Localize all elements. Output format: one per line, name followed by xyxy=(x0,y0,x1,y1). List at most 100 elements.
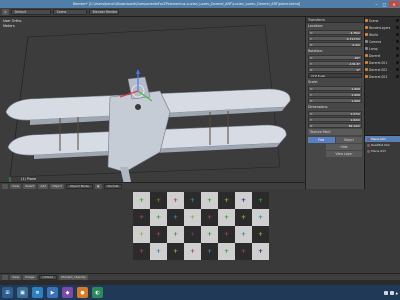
outliner-item-label: Lamp xyxy=(369,46,378,51)
object-menu[interactable]: Object xyxy=(50,183,64,189)
visibility-icon[interactable] xyxy=(396,68,399,71)
system-tray[interactable]: ▲ xyxy=(383,290,398,295)
layout-selector[interactable]: Default xyxy=(10,9,51,15)
taskbar-app-icon[interactable]: ◆ xyxy=(62,287,73,298)
material-icon xyxy=(367,137,370,141)
units-label: Meters xyxy=(3,24,15,28)
outliner-item[interactable]: RenderLayers xyxy=(365,24,400,31)
outliner-item[interactable]: Dorerei.001 xyxy=(365,59,400,66)
minimize-button[interactable]: – xyxy=(373,1,380,7)
checker-cell: + xyxy=(133,226,150,243)
dimensions-label: Dimensions: xyxy=(308,105,329,109)
uv-view-menu[interactable]: View xyxy=(10,274,22,280)
pivot-icon[interactable]: ◉ xyxy=(94,183,102,189)
tab-flat[interactable]: Flat xyxy=(308,137,335,143)
view-menu[interactable]: View xyxy=(10,183,22,189)
checker-cell: + xyxy=(235,226,252,243)
mode-dropdown[interactable]: Object Mode xyxy=(65,183,93,189)
visibility-icon[interactable] xyxy=(396,19,399,22)
checker-cell: + xyxy=(218,226,235,243)
checker-cell: + xyxy=(133,243,150,260)
checker-cell: + xyxy=(218,209,235,226)
outliner-item[interactable]: Scene xyxy=(365,17,400,24)
visibility-icon[interactable] xyxy=(396,26,399,29)
tray-expand-icon[interactable]: ▲ xyxy=(396,291,398,295)
location-label: Location: xyxy=(308,24,324,28)
shading-panel-header[interactable]: Texture Paint xyxy=(308,129,362,135)
3d-viewport[interactable]: User Ortho Meters (1) Plane xyxy=(0,17,305,194)
outliner-item[interactable]: World xyxy=(365,31,400,38)
taskbar-app-icon[interactable]: ▣ xyxy=(17,287,28,298)
checker-cell: + xyxy=(133,209,150,226)
hide-button[interactable]: Hide xyxy=(326,144,362,150)
editor-type-menu-icon[interactable]: ≡ xyxy=(2,9,9,15)
plus-marker-icon: + xyxy=(172,247,179,255)
add-menu[interactable]: Add xyxy=(38,183,49,189)
outliner-item[interactable]: Dorerei.002 xyxy=(365,66,400,73)
dimensions-field[interactable]: X: 1.07m xyxy=(308,111,362,116)
checker-cell: + xyxy=(167,209,184,226)
editor-type-icon[interactable] xyxy=(2,274,8,280)
dimensions-field[interactable]: Y: 1.62m xyxy=(308,117,362,122)
location-value: 2.3m xyxy=(352,42,360,47)
scale-value: 1.000 xyxy=(351,86,360,91)
location-field[interactable]: Y: 0.7117m xyxy=(308,36,362,41)
taskbar-app-icon[interactable]: ● xyxy=(77,287,88,298)
checker-cell: + xyxy=(235,243,252,260)
uv-image-menu[interactable]: Image xyxy=(23,274,37,280)
plus-marker-icon: + xyxy=(240,230,247,238)
checker-cell: + xyxy=(184,226,201,243)
render-engine-selector[interactable]: Blender Render xyxy=(88,9,119,15)
visibility-icon[interactable] xyxy=(396,40,399,43)
volume-icon[interactable] xyxy=(389,290,394,295)
outliner-item[interactable]: Dorerei xyxy=(365,52,400,59)
view-layer-button[interactable]: View Layer xyxy=(326,151,362,157)
visibility-icon[interactable] xyxy=(396,54,399,57)
outliner-item[interactable]: Lamp xyxy=(365,45,400,52)
outliner: Scene RenderLayers World Camera Lamp Dorerei D… xyxy=(364,17,400,135)
plus-marker-icon: + xyxy=(138,247,145,255)
close-button[interactable]: ✕ xyxy=(389,1,399,7)
uv-editor-header: View Image UVGrid Shaded_objectly xyxy=(0,273,400,280)
visibility-icon[interactable] xyxy=(396,75,399,78)
dimensions-value: 1.62m xyxy=(350,117,360,122)
taskbar-app-icon[interactable]: ⊞ xyxy=(2,287,13,298)
visibility-icon[interactable] xyxy=(396,61,399,64)
dimensions-field[interactable]: Z: 39.12m xyxy=(308,123,362,128)
scale-axis-label: X: xyxy=(310,86,314,91)
visibility-icon[interactable] xyxy=(396,33,399,36)
select-menu[interactable]: Select xyxy=(23,183,37,189)
location-value: -4.75m xyxy=(349,30,360,35)
scale-field[interactable]: X: 1.000 xyxy=(308,86,362,91)
outliner-item[interactable]: Dorerei.003 xyxy=(365,73,400,80)
network-icon[interactable] xyxy=(383,290,388,295)
scale-field[interactable]: Y: 1.000 xyxy=(308,92,362,97)
scene-selector[interactable]: Scene xyxy=(52,9,87,15)
material-slot[interactable]: Plane.003 xyxy=(365,148,400,154)
orientation-dropdown[interactable]: Normal xyxy=(103,183,123,189)
location-field[interactable]: Z: 2.3m xyxy=(308,42,362,47)
outliner-item[interactable]: Camera xyxy=(365,38,400,45)
location-field[interactable]: X: -4.75m xyxy=(308,30,362,35)
visibility-icon[interactable] xyxy=(396,47,399,50)
dimensions-value: 39.12m xyxy=(348,123,360,128)
rotation-field[interactable]: Y: -131.6° xyxy=(308,61,362,66)
tab-object[interactable]: Object xyxy=(335,137,362,143)
material-icon xyxy=(367,143,370,147)
mesh-icon xyxy=(365,61,368,64)
checker-cell: + xyxy=(150,243,167,260)
image-selector[interactable]: UVGrid xyxy=(38,274,58,280)
editor-type-icon[interactable] xyxy=(2,183,8,189)
mesh-icon xyxy=(365,68,368,71)
taskbar-app-icon[interactable]: ◐ xyxy=(92,287,103,298)
rotation-mode-dropdown[interactable]: XYZ Euler xyxy=(308,73,362,78)
rotation-field[interactable]: X: 90° xyxy=(308,55,362,60)
checker-cell: + xyxy=(167,226,184,243)
taskbar-app-icon[interactable]: ≣ xyxy=(32,287,43,298)
scale-field[interactable]: Z: 1.000 xyxy=(308,98,362,103)
scene-icon xyxy=(365,26,368,29)
maximize-button[interactable]: □ xyxy=(381,1,388,7)
uv-image-editor[interactable]: + + + + + + + + + + + + + + + + + + + + + + + + + + + + + + + + xyxy=(0,189,400,273)
rotation-field[interactable]: Z: 0° xyxy=(308,67,362,72)
taskbar-app-icon[interactable]: ▶ xyxy=(47,287,58,298)
